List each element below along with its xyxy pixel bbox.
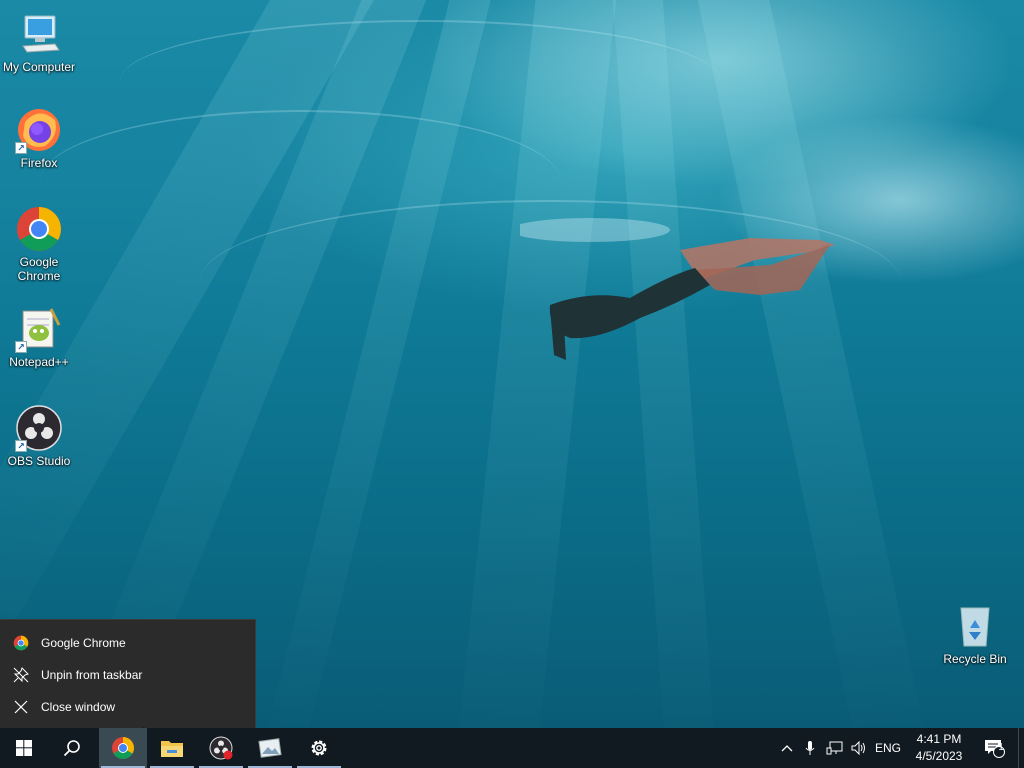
desktop-icon-obs-studio[interactable]: ↗ OBS Studio	[0, 404, 78, 468]
desktop-icon-google-chrome[interactable]: Google Chrome	[0, 205, 78, 283]
taskbar-app-chrome[interactable]	[99, 728, 147, 768]
start-button[interactable]	[0, 728, 48, 768]
menu-item-label: Google Chrome	[41, 636, 126, 650]
taskbar-jump-list: Google Chrome Unpin from taskbar Close w…	[0, 619, 256, 728]
shortcut-arrow-icon: ↗	[15, 341, 27, 353]
search-icon	[63, 740, 80, 757]
unpin-icon	[13, 667, 29, 683]
desktop-icon-label: Recycle Bin	[943, 652, 1007, 666]
clock-time: 4:41 PM	[916, 732, 962, 746]
image-viewer-icon	[258, 738, 282, 758]
show-hidden-icons-button[interactable]	[776, 728, 798, 768]
obs-icon	[209, 736, 233, 760]
microphone-tray-button[interactable]	[800, 728, 820, 768]
chrome-icon	[13, 635, 29, 651]
desktop-icon-label: My Computer	[2, 60, 76, 74]
menu-item-label: Close window	[41, 700, 116, 714]
notification-count: 1	[998, 742, 1004, 753]
firefox-icon: ↗	[15, 106, 63, 154]
microphone-icon	[805, 741, 815, 755]
windows-logo-icon	[16, 740, 32, 756]
action-center-button[interactable]: 1	[978, 728, 1010, 768]
desktop-icon-label: Notepad++	[9, 355, 69, 369]
clock-button[interactable]: 4:41 PM 4/5/2023	[904, 728, 974, 768]
notepad-plus-plus-icon: ↗	[15, 305, 63, 353]
desktop-icon-firefox[interactable]: ↗ Firefox	[0, 106, 78, 170]
desktop-icon-notepad-plus-plus[interactable]: ↗ Notepad++	[0, 305, 78, 369]
obs-icon: ↗	[15, 404, 63, 452]
network-icon	[826, 741, 843, 755]
freediver-image	[520, 218, 835, 360]
network-tray-button[interactable]	[824, 728, 846, 768]
taskbar-app-photos[interactable]	[246, 728, 294, 768]
close-icon	[13, 699, 29, 715]
show-desktop-button[interactable]	[1018, 728, 1024, 768]
menu-item-label: Unpin from taskbar	[41, 668, 143, 682]
folder-icon	[161, 741, 183, 757]
desktop-icon-my-computer[interactable]: My Computer	[0, 10, 78, 74]
input-language-button[interactable]: ENG	[872, 728, 904, 768]
desktop-icon-label: Firefox	[20, 156, 58, 170]
computer-icon	[15, 10, 63, 58]
recycle-bin-icon	[951, 602, 999, 650]
desktop-icon-recycle-bin[interactable]: Recycle Bin	[936, 602, 1014, 666]
taskbar-app-obs[interactable]	[197, 728, 245, 768]
search-button[interactable]	[48, 728, 96, 768]
chrome-icon	[112, 737, 134, 759]
shortcut-arrow-icon: ↗	[15, 142, 27, 154]
shortcut-arrow-icon: ↗	[15, 440, 27, 452]
chevron-up-icon	[781, 745, 793, 752]
desktop-icon-label: OBS Studio	[7, 454, 71, 468]
clock-date: 4/5/2023	[915, 749, 963, 763]
menu-item-google-chrome[interactable]: Google Chrome	[0, 627, 256, 659]
taskbar: ENG 4:41 PM 4/5/2023 1	[0, 728, 1024, 768]
gear-icon	[311, 740, 327, 756]
volume-tray-button[interactable]	[848, 728, 870, 768]
taskbar-app-settings[interactable]	[295, 728, 343, 768]
desktop-icon-label: Google Chrome	[17, 255, 61, 283]
taskbar-app-file-explorer[interactable]	[148, 728, 196, 768]
menu-item-close-window[interactable]: Close window	[0, 691, 256, 723]
menu-item-unpin-from-taskbar[interactable]: Unpin from taskbar	[0, 659, 256, 691]
speaker-icon	[851, 740, 865, 756]
chrome-icon	[15, 205, 63, 253]
